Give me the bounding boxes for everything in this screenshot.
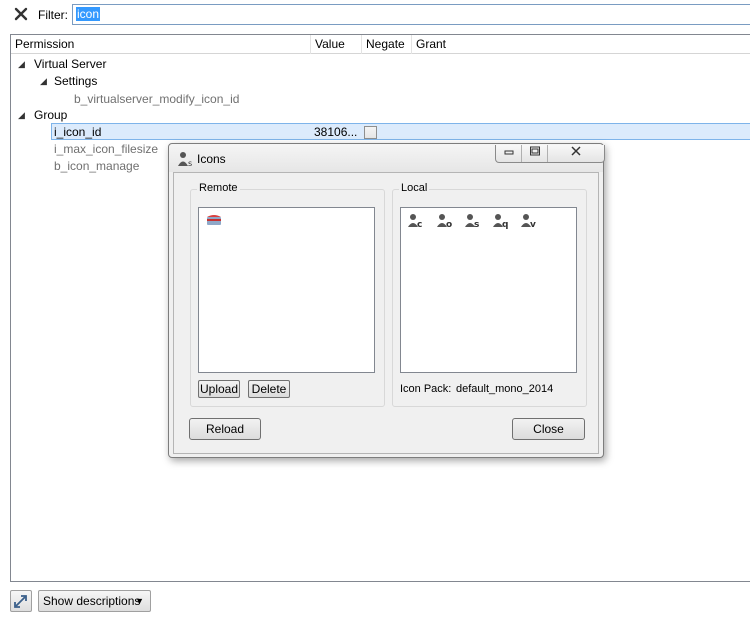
local-icon-letter: v [530,220,536,230]
local-groupbox: Local c o s q v Icon Pack: default_mono_… [392,182,587,407]
reload-button[interactable]: Reload [189,418,261,440]
maximize-button[interactable] [522,145,548,162]
tree-item-settings[interactable]: Settings [54,73,97,90]
delete-button[interactable]: Delete [248,380,290,398]
maximize-icon [529,146,540,156]
local-icon-item[interactable]: s [465,212,483,230]
local-icon-list[interactable]: c o s q v [400,207,577,373]
upload-button[interactable]: Upload [198,380,240,398]
remote-groupbox: Remote Upload Delete [190,182,385,407]
user-s-icon: s [465,214,479,230]
expand-arrow-icon[interactable]: ◢ [40,77,48,86]
svg-text:s: s [188,159,192,167]
expand-arrow-icon[interactable]: ◢ [18,111,26,120]
local-icon-letter: q [502,220,508,230]
local-icon-item[interactable]: o [437,212,455,230]
dialog-titlebar[interactable]: s Icons [169,144,605,172]
tree-item-i-icon-id[interactable]: i_icon_id [54,124,101,141]
bottom-bar: Show descriptions ▼ [0,586,750,621]
user-o-icon: o [437,214,452,230]
chevron-down-icon: ▼ [135,596,144,606]
remote-title: Remote [197,182,240,194]
filter-label: Filter: [38,8,68,22]
column-negate[interactable]: Negate [362,35,412,54]
icon-pack-value: default_mono_2014 [456,383,554,395]
close-icon [14,7,28,21]
cake-icon [207,215,221,225]
show-descriptions-label: Show descriptions [43,594,141,608]
column-grant[interactable]: Grant [412,35,750,54]
remote-icon-list[interactable] [198,207,375,373]
user-v-icon: v [521,214,536,230]
close-window-button[interactable] [548,145,604,162]
tree-header: Permission Value Negate Grant [11,35,750,54]
local-title: Local [399,182,430,194]
expand-arrow-icon[interactable]: ◢ [18,60,26,69]
window-controls [495,145,605,163]
local-icon-item[interactable]: c [408,212,426,230]
user-icon: s [177,151,195,168]
tree-item-i-max-icon-filesize[interactable]: i_max_icon_filesize [54,141,158,158]
close-button[interactable]: Close [512,418,585,440]
icon-pack-label: Icon Pack: [400,383,452,395]
minimize-icon [504,150,513,155]
resize-icon [14,595,27,608]
local-icon-letter: o [446,220,452,230]
local-icon-item[interactable]: v [521,212,539,230]
column-permission[interactable]: Permission [11,35,311,54]
column-value[interactable]: Value [311,35,362,54]
filter-input[interactable]: icon [72,4,750,25]
local-icon-letter: c [417,220,422,230]
user-c-icon: c [408,214,422,230]
clear-filter-button[interactable] [12,5,30,23]
dialog-body: Remote Upload Delete Local c o s q v Ico… [173,172,599,454]
dialog-title: Icons [197,152,226,166]
tree-item-b-icon-manage[interactable]: b_icon_manage [54,158,139,175]
filter-bar: Filter: icon [0,0,750,30]
tree-item-virtual-server[interactable]: Virtual Server [34,56,106,73]
show-descriptions-dropdown[interactable]: Show descriptions ▼ [38,590,151,612]
remote-icon-item[interactable] [205,212,223,229]
user-q-icon: q [493,214,508,230]
filter-input-value: icon [76,7,101,21]
icons-dialog: s Icons Remote Upload Delete Local c o s… [168,143,605,458]
tree-item-i-icon-id-value[interactable]: 38106... [314,124,357,141]
negate-checkbox[interactable] [364,126,377,139]
tree-row-selected[interactable] [51,123,750,140]
local-icon-item[interactable]: q [493,212,511,230]
close-icon [571,146,581,156]
expand-all-button[interactable] [10,590,32,612]
tree-item-modify-icon-id[interactable]: b_virtualserver_modify_icon_id [74,91,239,108]
tree-item-group[interactable]: Group [34,107,67,124]
minimize-button[interactable] [496,145,522,162]
local-icon-letter: s [474,220,479,230]
